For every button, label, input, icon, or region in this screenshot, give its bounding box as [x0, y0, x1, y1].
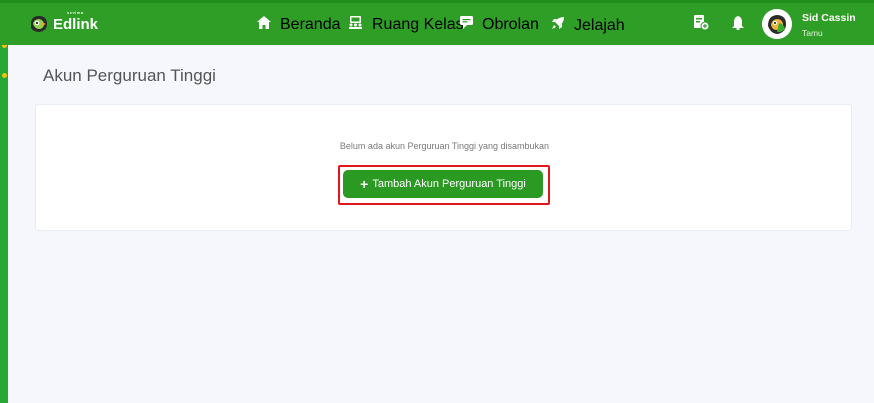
- add-button-label: Tambah Akun Perguruan Tinggi: [372, 178, 526, 190]
- avatar[interactable]: [762, 9, 792, 39]
- nav-item-ruang-kelas[interactable]: Ruang Kelas: [348, 16, 464, 34]
- top-navbar: sevima Edlink Beranda Ruang Kelas Obrola…: [0, 0, 874, 45]
- parrot-logo-icon: [28, 14, 50, 34]
- brand-name: Edlink: [53, 15, 99, 33]
- plus-icon: +: [360, 176, 369, 192]
- chat-icon: [460, 16, 482, 34]
- nav-label: Beranda: [280, 16, 341, 33]
- indicator-dot: [2, 73, 7, 78]
- nav-label: Jelajah: [574, 16, 625, 34]
- empty-state-message: Belum ada akun Perguruan Tinggi yang dis…: [339, 141, 550, 151]
- bell-icon[interactable]: [732, 16, 744, 35]
- app-logo[interactable]: sevima Edlink: [28, 9, 99, 37]
- add-university-account-button[interactable]: + Tambah Akun Perguruan Tinggi: [343, 170, 543, 198]
- empty-state-card: Belum ada akun Perguruan Tinggi yang dis…: [35, 104, 852, 231]
- brand-subtext: sevima: [67, 9, 84, 15]
- classroom-icon: [348, 16, 372, 34]
- nav-item-obrolan[interactable]: Obrolan: [460, 16, 539, 34]
- nav-label: Ruang Kelas: [372, 16, 464, 33]
- switch-account-icon[interactable]: [694, 15, 710, 36]
- nav-item-jelajah[interactable]: Jelajah: [551, 16, 625, 35]
- nav-item-beranda[interactable]: Beranda: [257, 16, 341, 34]
- page-title: Akun Perguruan Tinggi: [43, 66, 216, 85]
- home-icon: [257, 16, 280, 34]
- left-edge-strip: [0, 0, 8, 403]
- user-name[interactable]: Sid Cassin: [802, 12, 856, 24]
- user-role: Tamu: [802, 28, 823, 38]
- nav-label: Obrolan: [482, 16, 539, 33]
- rocket-icon: [551, 16, 574, 35]
